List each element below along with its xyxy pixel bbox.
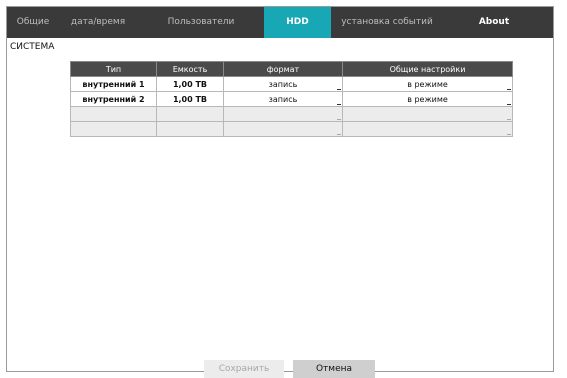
dropdown-icon [337,104,341,105]
format-dropdown-empty[interactable] [223,121,343,137]
table-header-row: Тип Емкость формат Общие настройки [70,61,513,77]
tab-event-setup[interactable]: установка событий [337,7,437,38]
table-row: внутренний 2 1,00 TB запись в режиме [70,91,513,107]
tab-bar: Общие дата/время Пользователи HDD устано… [7,7,553,38]
dropdown-icon [337,134,341,135]
cell-capacity: 1,00 TB [156,91,224,107]
format-dropdown[interactable]: запись [223,76,343,92]
table-row-empty [70,106,513,122]
cell-empty [70,106,157,122]
dropdown-icon [507,89,511,90]
dropdown-icon [507,119,511,120]
mode-dropdown[interactable]: в режиме [342,91,513,107]
tab-users[interactable]: Пользователи [162,7,240,38]
section-title: СИСТЕМА [10,42,55,52]
header-general-settings: Общие настройки [342,61,513,77]
format-dropdown-empty[interactable] [223,106,343,122]
table-row: внутренний 1 1,00 TB запись в режиме [70,76,513,92]
mode-value: в режиме [407,94,448,104]
save-button[interactable]: Сохранить [204,360,284,378]
dropdown-icon [337,119,341,120]
cell-empty [70,121,157,137]
settings-window: Общие дата/время Пользователи HDD устано… [6,6,554,372]
cell-empty [156,121,224,137]
mode-value: в режиме [407,79,448,89]
cell-empty [156,106,224,122]
mode-dropdown-empty[interactable] [342,106,513,122]
cancel-button[interactable]: Отмена [293,360,375,378]
tab-about[interactable]: About [469,7,519,38]
tab-general[interactable]: Общие [7,7,59,38]
dropdown-icon [507,104,511,105]
hdd-table: Тип Емкость формат Общие настройки внутр… [70,61,513,137]
dropdown-icon [337,89,341,90]
header-format: формат [223,61,343,77]
format-dropdown[interactable]: запись [223,91,343,107]
tab-hdd[interactable]: HDD [264,7,331,38]
format-value: запись [268,94,298,104]
cell-type: внутренний 2 [70,91,157,107]
header-type: Тип [70,61,157,77]
mode-dropdown[interactable]: в режиме [342,76,513,92]
table-row-empty [70,121,513,137]
dropdown-icon [507,134,511,135]
format-value: запись [268,79,298,89]
tab-date-time[interactable]: дата/время [67,7,129,38]
cell-type: внутренний 1 [70,76,157,92]
mode-dropdown-empty[interactable] [342,121,513,137]
header-capacity: Емкость [156,61,224,77]
cell-capacity: 1,00 TB [156,76,224,92]
